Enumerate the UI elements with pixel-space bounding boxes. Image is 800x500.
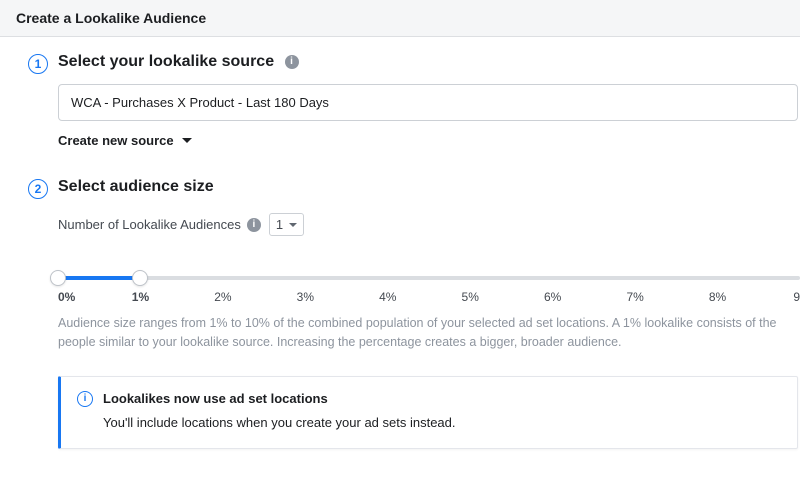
notice-body: You'll include locations when you create… xyxy=(103,415,781,430)
notice-header: i Lookalikes now use ad set locations xyxy=(77,391,781,407)
audience-size-slider[interactable]: 0% 1% 2% 3% 4% 5% 6% 7% 8% 9 xyxy=(58,276,800,306)
slider-tick-label: 4% xyxy=(379,290,396,304)
info-icon: i xyxy=(77,391,93,407)
slider-tick-label: 2% xyxy=(214,290,231,304)
caret-down-icon xyxy=(182,138,192,143)
create-new-source-dropdown[interactable]: Create new source xyxy=(58,131,192,150)
num-audiences-label: Number of Lookalike Audiences xyxy=(58,217,241,232)
dialog-body: 1 Select your lookalike source i WCA - P… xyxy=(0,37,800,449)
notice-title: Lookalikes now use ad set locations xyxy=(103,391,328,406)
slider-track xyxy=(58,276,800,280)
num-audiences-select[interactable]: 1 xyxy=(269,213,304,236)
slider-tick-label: 9 xyxy=(793,290,800,304)
num-audiences-row: Number of Lookalike Audiences i 1 xyxy=(58,213,800,236)
caret-down-icon xyxy=(289,223,297,227)
audience-size-helper-text: Audience size ranges from 1% to 10% of t… xyxy=(58,314,800,352)
slider-tick-label: 1% xyxy=(132,290,149,304)
slider-tick-label: 8% xyxy=(709,290,726,304)
step-badge-1: 1 xyxy=(28,54,48,74)
step-2-body: Number of Lookalike Audiences i 1 0% 1% 2%… xyxy=(58,213,800,449)
step-1-title: Select your lookalike source xyxy=(58,53,274,70)
step-2-header: 2 Select audience size xyxy=(28,178,800,199)
create-new-source-label: Create new source xyxy=(58,133,174,148)
dialog-header: Create a Lookalike Audience xyxy=(0,0,800,37)
slider-tick-label: 0% xyxy=(58,290,75,304)
slider-fill xyxy=(58,276,140,280)
step-2-title: Select audience size xyxy=(58,178,214,196)
slider-ticks: 0% 1% 2% 3% 4% 5% 6% 7% 8% 9 xyxy=(58,290,800,306)
slider-tick-label: 5% xyxy=(462,290,479,304)
slider-handle-end[interactable] xyxy=(132,270,148,286)
step-2: 2 Select audience size Number of Lookali… xyxy=(28,178,800,449)
slider-tick-label: 7% xyxy=(626,290,643,304)
slider-handle-start[interactable] xyxy=(50,270,66,286)
lookalike-source-input[interactable]: WCA - Purchases X Product - Last 180 Day… xyxy=(58,84,798,121)
step-1-body: WCA - Purchases X Product - Last 180 Day… xyxy=(58,84,800,150)
locations-notice: i Lookalikes now use ad set locations Yo… xyxy=(58,376,798,449)
slider-tick-label: 6% xyxy=(544,290,561,304)
slider-tick-label: 3% xyxy=(297,290,314,304)
info-icon[interactable]: i xyxy=(285,55,299,69)
step-1-header: 1 Select your lookalike source i xyxy=(28,53,800,74)
step-badge-2: 2 xyxy=(28,179,48,199)
dialog-title: Create a Lookalike Audience xyxy=(16,10,784,26)
num-audiences-value: 1 xyxy=(276,217,283,232)
info-icon[interactable]: i xyxy=(247,218,261,232)
